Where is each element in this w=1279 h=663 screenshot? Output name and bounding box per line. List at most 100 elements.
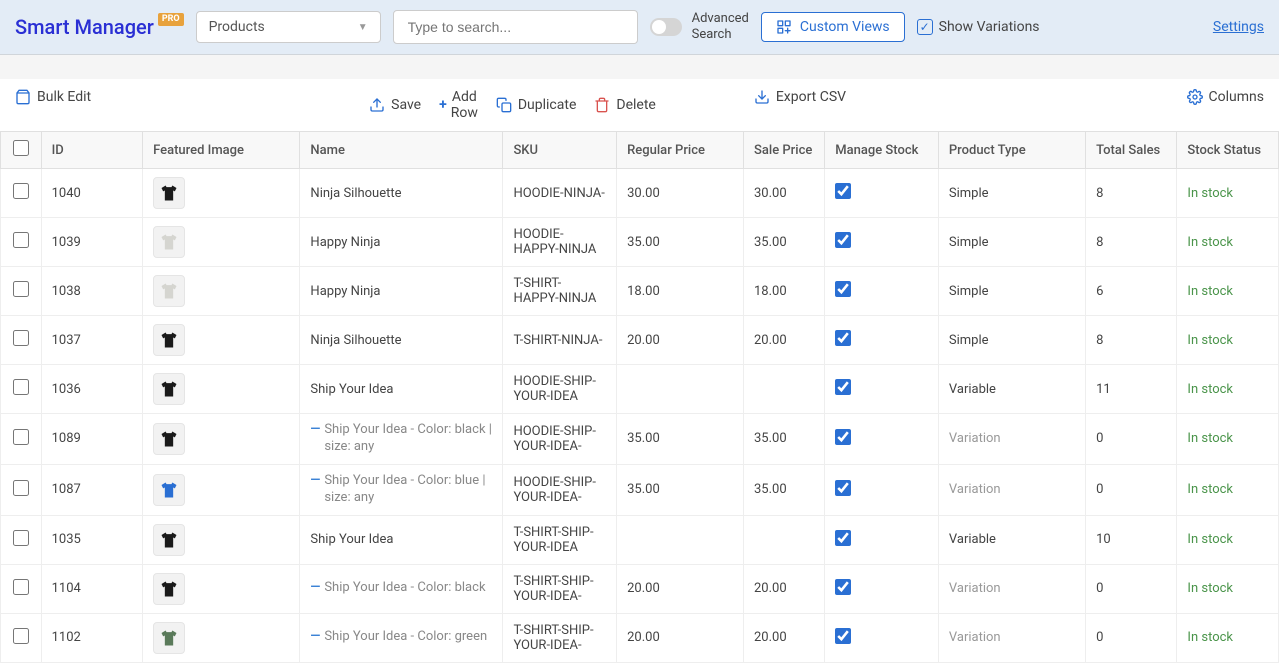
row-select-cell[interactable]: [1, 613, 42, 662]
col-header-manage-stock[interactable]: Manage Stock: [825, 132, 939, 169]
manage-stock-checkbox[interactable]: [835, 628, 851, 644]
cell-sku[interactable]: T-SHIRT-SHIP-YOUR-IDEA-: [503, 613, 617, 662]
cell-total-sales[interactable]: 8: [1086, 218, 1177, 267]
cell-product-type[interactable]: Variable: [938, 515, 1085, 564]
cell-id[interactable]: 1036: [41, 365, 143, 414]
cell-sale-price[interactable]: 20.00: [744, 316, 825, 365]
custom-views-button[interactable]: Custom Views: [761, 12, 905, 42]
manage-stock-checkbox[interactable]: [835, 281, 851, 297]
cell-id[interactable]: 1039: [41, 218, 143, 267]
row-checkbox[interactable]: [13, 281, 29, 297]
manage-stock-checkbox[interactable]: [835, 530, 851, 546]
row-checkbox[interactable]: [13, 429, 29, 445]
cell-stock-status[interactable]: In stock: [1177, 464, 1279, 515]
cell-stock-status[interactable]: In stock: [1177, 613, 1279, 662]
cell-id[interactable]: 1102: [41, 613, 143, 662]
cell-product-type[interactable]: Simple: [938, 169, 1085, 218]
row-checkbox[interactable]: [13, 530, 29, 546]
cell-sku[interactable]: T-SHIRT-SHIP-YOUR-IDEA: [503, 515, 617, 564]
cell-manage-stock[interactable]: [825, 267, 939, 316]
cell-manage-stock[interactable]: [825, 464, 939, 515]
cell-manage-stock[interactable]: [825, 613, 939, 662]
table-row[interactable]: 1039 Happy Ninja HOODIE-HAPPY-NINJA 35.0…: [1, 218, 1279, 267]
table-row[interactable]: 1035 Ship Your Idea T-SHIRT-SHIP-YOUR-ID…: [1, 515, 1279, 564]
cell-regular-price[interactable]: 35.00: [617, 414, 744, 465]
search-input[interactable]: [393, 10, 638, 44]
cell-regular-price[interactable]: 20.00: [617, 613, 744, 662]
cell-name[interactable]: Ninja Silhouette: [300, 316, 503, 365]
cell-sale-price[interactable]: 35.00: [744, 218, 825, 267]
cell-product-type[interactable]: Simple: [938, 267, 1085, 316]
table-row[interactable]: 1089 —Ship Your Idea - Color: black | si…: [1, 414, 1279, 465]
cell-name[interactable]: Happy Ninja: [300, 267, 503, 316]
cell-name[interactable]: Ship Your Idea: [300, 365, 503, 414]
cell-image[interactable]: [143, 613, 300, 662]
cell-regular-price[interactable]: [617, 515, 744, 564]
col-header-total-sales[interactable]: Total Sales: [1086, 132, 1177, 169]
cell-image[interactable]: [143, 414, 300, 465]
col-header-id[interactable]: ID: [41, 132, 143, 169]
cell-sale-price[interactable]: 30.00: [744, 169, 825, 218]
manage-stock-checkbox[interactable]: [835, 480, 851, 496]
cell-image[interactable]: [143, 564, 300, 613]
table-row[interactable]: 1036 Ship Your Idea HOODIE-SHIP-YOUR-IDE…: [1, 365, 1279, 414]
cell-manage-stock[interactable]: [825, 515, 939, 564]
cell-id[interactable]: 1104: [41, 564, 143, 613]
col-header-sale-price[interactable]: Sale Price: [744, 132, 825, 169]
manage-stock-checkbox[interactable]: [835, 330, 851, 346]
table-row[interactable]: 1040 Ninja Silhouette HOODIE-NINJA- 30.0…: [1, 169, 1279, 218]
cell-sku[interactable]: HOODIE-HAPPY-NINJA: [503, 218, 617, 267]
col-header-name[interactable]: Name: [300, 132, 503, 169]
cell-image[interactable]: [143, 267, 300, 316]
cell-sku[interactable]: HOODIE-SHIP-YOUR-IDEA-: [503, 464, 617, 515]
cell-product-type[interactable]: Variable: [938, 365, 1085, 414]
select-all-checkbox[interactable]: [13, 140, 29, 156]
cell-name[interactable]: Ninja Silhouette: [300, 169, 503, 218]
row-select-cell[interactable]: [1, 464, 42, 515]
cell-total-sales[interactable]: 0: [1086, 464, 1177, 515]
cell-product-type[interactable]: Variation: [938, 613, 1085, 662]
table-row[interactable]: 1037 Ninja Silhouette T-SHIRT-NINJA- 20.…: [1, 316, 1279, 365]
show-variations-checkbox[interactable]: ✓ Show Variations: [917, 19, 1040, 35]
columns-button[interactable]: Columns: [1187, 89, 1264, 105]
cell-stock-status[interactable]: In stock: [1177, 564, 1279, 613]
cell-id[interactable]: 1035: [41, 515, 143, 564]
cell-sku[interactable]: HOODIE-SHIP-YOUR-IDEA: [503, 365, 617, 414]
cell-regular-price[interactable]: [617, 365, 744, 414]
row-checkbox[interactable]: [13, 330, 29, 346]
cell-stock-status[interactable]: In stock: [1177, 267, 1279, 316]
row-select-cell[interactable]: [1, 365, 42, 414]
cell-name[interactable]: —Ship Your Idea - Color: green: [300, 613, 503, 662]
bulk-edit-button[interactable]: Bulk Edit: [15, 89, 91, 105]
row-select-cell[interactable]: [1, 414, 42, 465]
cell-total-sales[interactable]: 0: [1086, 613, 1177, 662]
cell-product-type[interactable]: Variation: [938, 414, 1085, 465]
row-checkbox[interactable]: [13, 379, 29, 395]
row-checkbox[interactable]: [13, 480, 29, 496]
cell-manage-stock[interactable]: [825, 316, 939, 365]
cell-manage-stock[interactable]: [825, 365, 939, 414]
cell-id[interactable]: 1038: [41, 267, 143, 316]
table-row[interactable]: 1087 —Ship Your Idea - Color: blue | siz…: [1, 464, 1279, 515]
cell-sale-price[interactable]: 35.00: [744, 464, 825, 515]
cell-name[interactable]: Happy Ninja: [300, 218, 503, 267]
cell-stock-status[interactable]: In stock: [1177, 218, 1279, 267]
cell-total-sales[interactable]: 10: [1086, 515, 1177, 564]
cell-manage-stock[interactable]: [825, 169, 939, 218]
save-button[interactable]: Save: [369, 89, 421, 121]
manage-stock-checkbox[interactable]: [835, 579, 851, 595]
cell-sale-price[interactable]: [744, 515, 825, 564]
cell-image[interactable]: [143, 169, 300, 218]
row-select-cell[interactable]: [1, 564, 42, 613]
cell-image[interactable]: [143, 365, 300, 414]
row-select-cell[interactable]: [1, 267, 42, 316]
cell-total-sales[interactable]: 0: [1086, 564, 1177, 613]
cell-sale-price[interactable]: 20.00: [744, 564, 825, 613]
row-checkbox[interactable]: [13, 579, 29, 595]
cell-total-sales[interactable]: 11: [1086, 365, 1177, 414]
col-header-product-type[interactable]: Product Type: [938, 132, 1085, 169]
manage-stock-checkbox[interactable]: [835, 429, 851, 445]
row-select-cell[interactable]: [1, 316, 42, 365]
cell-total-sales[interactable]: 6: [1086, 267, 1177, 316]
col-header-regular-price[interactable]: Regular Price: [617, 132, 744, 169]
